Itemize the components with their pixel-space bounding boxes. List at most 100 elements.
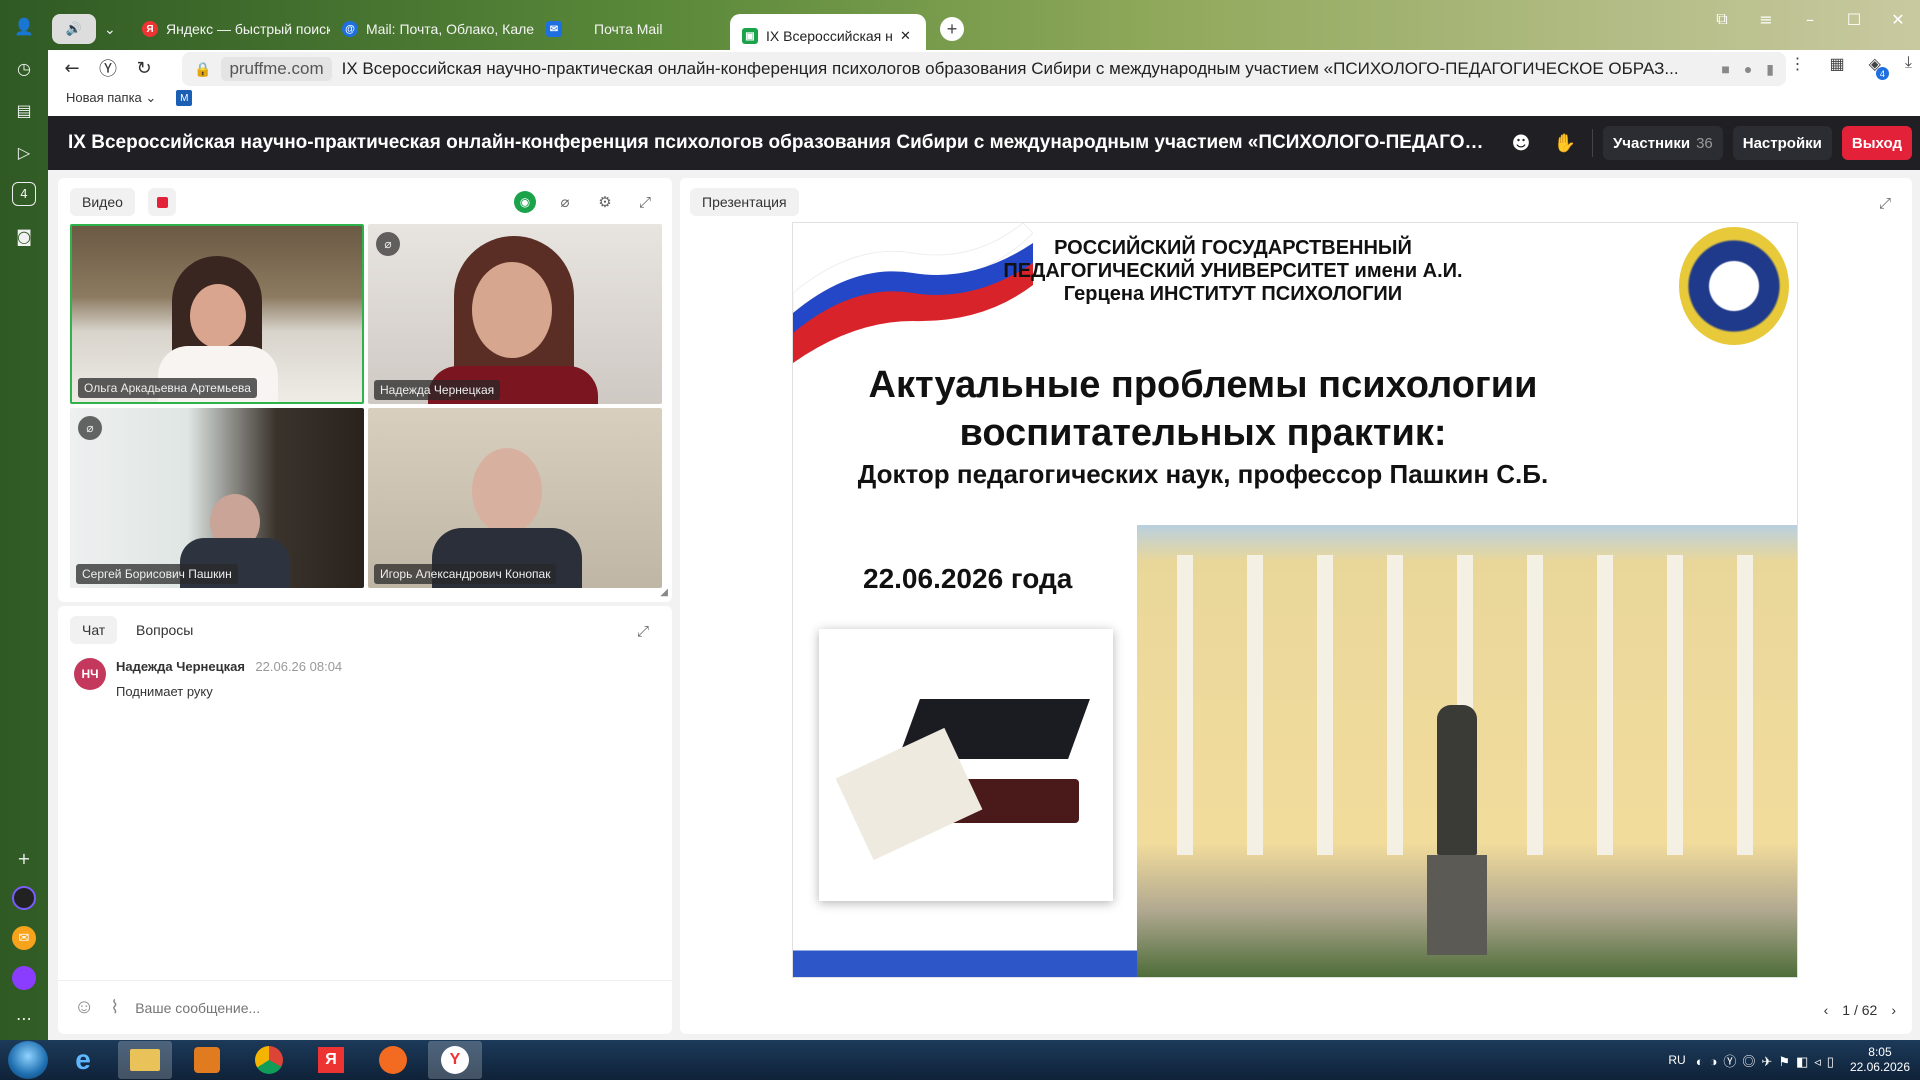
university-building [1137,525,1797,977]
extension-badge: 4 [1875,67,1889,80]
close-tab-icon[interactable]: ✕ [900,28,911,44]
gear-icon[interactable]: ⚙ [590,187,620,217]
more-icon[interactable]: ⋯ [12,1006,36,1030]
mail-app-icon[interactable]: ✉ [12,926,36,950]
reload-icon[interactable]: ↻ [126,52,162,84]
new-tab-button[interactable]: + [940,17,964,41]
bookmark-icon[interactable]: ▮ [1766,61,1774,78]
mic-permission-icon[interactable]: ● [1744,61,1752,78]
video-tile[interactable]: ⌀ Сергей Борисович Пашкин [70,408,364,588]
more-vertical-icon[interactable]: ⋮ [1789,54,1805,74]
yandex-app-icon[interactable]: Я [304,1041,358,1079]
next-slide-icon[interactable]: › [1891,1002,1896,1018]
assistant-icon[interactable] [12,966,36,990]
history-icon[interactable]: ◷ [12,56,36,80]
emoji-icon[interactable]: ☻ [1504,126,1538,160]
avatar: НЧ [74,658,106,690]
file-explorer-icon[interactable] [118,1041,172,1079]
yandex-browser-icon[interactable]: Y [428,1041,482,1079]
bookmark-mail-icon[interactable]: M [176,90,193,106]
video-icon[interactable]: ▷ [12,140,36,164]
resize-handle[interactable]: ◢ [660,587,668,598]
message-composer: ☺ ⌇ [58,980,672,1034]
close-window-icon[interactable]: ✕ [1876,4,1920,34]
clock[interactable]: 8:05 22.06.2026 [1850,1045,1910,1075]
maximize-icon[interactable]: ☐ [1832,4,1876,34]
yandex-home-icon[interactable]: Ⓨ [90,52,126,84]
extension-icon[interactable]: ◈ 4 [1869,54,1889,80]
conference-title: IX Всероссийская научно-практическая онл… [68,132,1488,153]
address-bar[interactable]: 🔒 pruffme.com IX Всероссийская научно-пр… [182,52,1786,86]
tab-yandex[interactable]: Я Яндекс — быстрый поиск [130,9,330,49]
tab-counter-icon[interactable]: 4 [12,182,36,206]
slide-date: 22.06.2026 года [863,563,1073,594]
internet-explorer-icon[interactable]: e [56,1041,110,1079]
media-player-icon[interactable] [180,1041,234,1079]
participant-face [190,284,246,348]
clock-date: 22.06.2026 [1849,1060,1910,1074]
collections-icon[interactable]: ▦ [1829,54,1844,74]
prev-slide-icon[interactable]: ‹ [1824,1002,1829,1018]
slide-pager: ‹ 1 / 62 › [1824,1002,1896,1018]
conference-icon: ▣ [742,28,758,44]
camera-permission-icon[interactable]: ■ [1721,61,1729,78]
avast-icon[interactable] [366,1041,420,1079]
alice-icon[interactable] [12,886,36,910]
emoji-icon[interactable]: ☺ [74,996,94,1019]
participant-name: Ольга Аркадьевна Артемьева [78,378,257,398]
profile-icon[interactable]: 👤 [12,14,36,38]
message-time: 22.06.26 08:04 [255,659,343,674]
taskbar: e Я Y RU ◐◑Ⓨ◎✈⚑◧◃▯ 8:05 22.06.2026 [0,1040,1920,1080]
address-domain: pruffme.com [221,57,332,81]
message-text: Поднимает руку [116,684,213,699]
video-tile[interactable]: Ольга Аркадьевна Артемьева [70,224,364,404]
record-icon[interactable] [148,188,176,216]
tab-chat[interactable]: Чат [70,616,118,644]
camera-icon[interactable]: ◙ [12,224,36,248]
expand-icon[interactable]: ⤢ [630,187,660,217]
tab-dropdown[interactable]: ⌄ [96,9,130,49]
expand-icon[interactable]: ⤢ [628,616,658,646]
tab-mail-cloud[interactable]: @ Mail: Почта, Облако, Кале [330,9,534,49]
tray-icons[interactable]: ◐◑Ⓨ◎✈⚑◧◃▯ [1696,1051,1840,1070]
exit-button[interactable]: Выход [1841,126,1912,160]
downloads-icon[interactable]: ⤓ [1905,54,1912,74]
chrome-icon[interactable] [242,1041,296,1079]
yandex-icon: Я [142,21,158,37]
webcam-icon[interactable]: ◉ [510,187,540,217]
mic-off-icon[interactable]: ⌀ [550,187,580,217]
settings-button[interactable]: Настройки [1732,126,1832,160]
tab-mail[interactable]: ✉ Почта Mail [534,9,730,49]
lock-icon[interactable]: 🔒 [194,61,211,78]
add-panel-icon[interactable]: + [12,846,36,870]
participants-button[interactable]: Участники 36 [1602,126,1723,160]
message-input[interactable] [135,999,576,1016]
minimize-icon[interactable]: – [1788,4,1832,34]
video-tile[interactable]: ⌀ Надежда Чернецкая [368,224,662,404]
language-indicator[interactable]: RU [1668,1053,1685,1067]
start-button[interactable] [8,1041,48,1079]
conference-header: IX Всероссийская научно-практическая онл… [48,116,1920,170]
divider [1591,129,1593,157]
video-tile[interactable]: Игорь Александрович Конопак [368,408,662,588]
participant-name: Сергей Борисович Пашкин [76,564,238,584]
bookmark-folder[interactable]: Новая папка ⌄ [66,90,156,106]
at-icon: @ [342,21,358,37]
fullscreen-icon[interactable]: ⤢ [1870,188,1900,218]
menu-icon[interactable]: ≡ [1744,4,1788,34]
notes-icon[interactable]: ▤ [12,98,36,122]
back-icon[interactable]: ← [54,52,90,84]
bookmarks-panel-icon[interactable]: ⧉ [1700,4,1744,34]
tab-audio-control[interactable]: 🔊 [52,14,96,44]
clock-time: 8:05 [1868,1045,1892,1059]
tab-questions[interactable]: Вопросы [124,616,205,644]
slide-subheading: Доктор педагогических наук, профессор Па… [857,459,1549,489]
slide-counter: 1 / 62 [1842,1002,1878,1018]
chevron-down-icon: ⌄ [104,20,116,37]
participant-face [472,448,542,534]
presentation-label: Презентация [690,188,799,216]
participant-name: Игорь Александрович Конопак [374,564,557,584]
raise-hand-icon[interactable]: ✋ [1548,126,1582,160]
city-skyline [793,933,1137,977]
attach-icon[interactable]: ⌇ [110,997,119,1018]
